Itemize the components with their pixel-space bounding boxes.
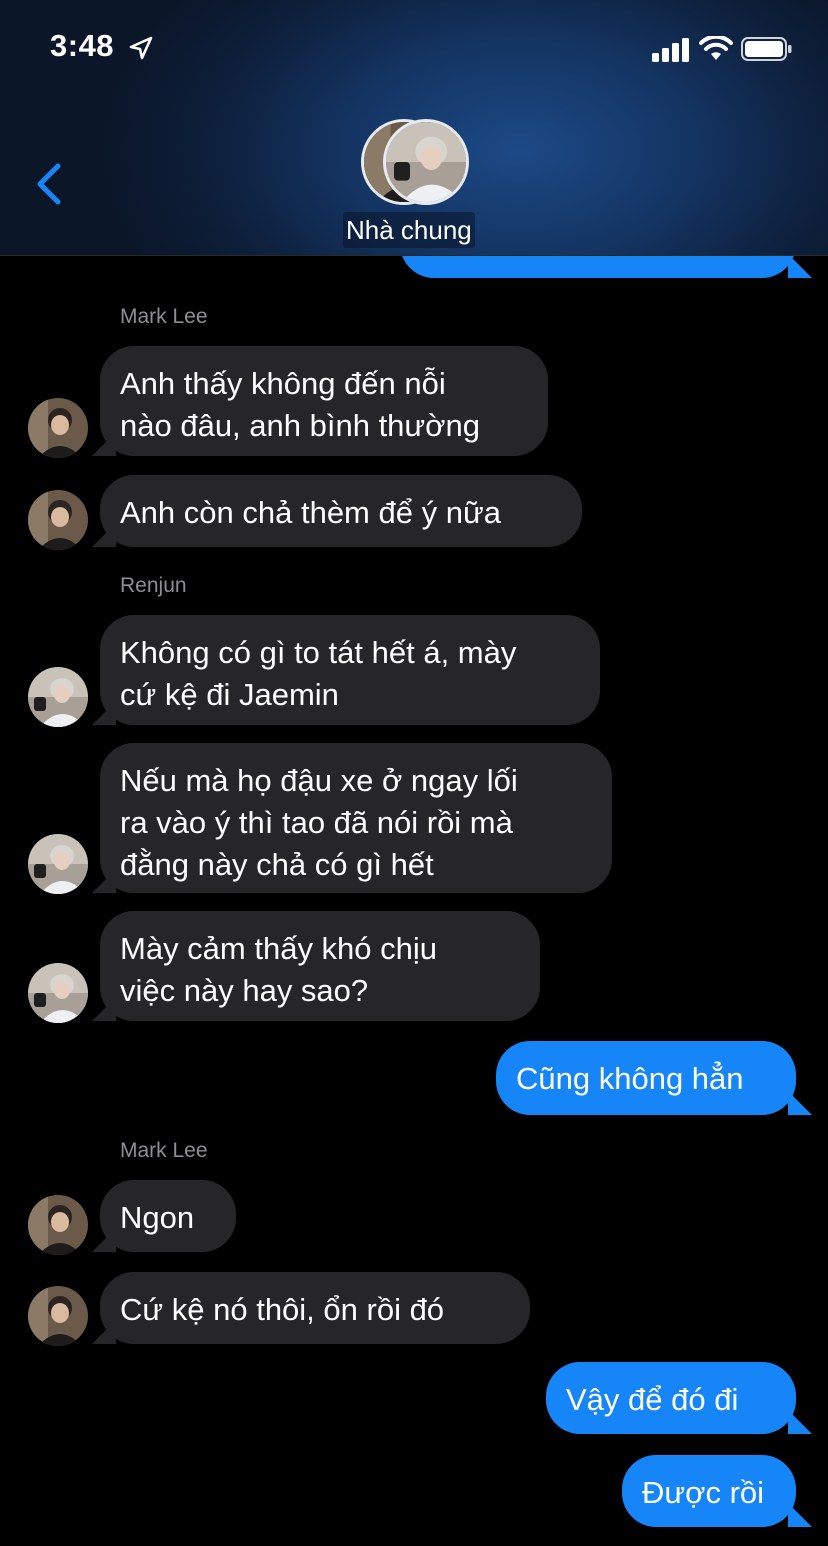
bubble-tail bbox=[788, 1091, 812, 1115]
message-bubble-incoming[interactable]: Ngon bbox=[100, 1180, 236, 1252]
message-bubble-incoming[interactable]: Cứ kệ nó thôi, ổn rồi đó bbox=[100, 1272, 530, 1344]
avatar-mark-lee[interactable] bbox=[28, 490, 88, 550]
message-bubble-incoming[interactable]: Anh thấy không đến nỗi nào đâu, anh bình… bbox=[100, 346, 548, 456]
avatar-mark-lee[interactable] bbox=[28, 1286, 88, 1346]
avatar-mark-lee[interactable] bbox=[28, 398, 88, 458]
message-bubble-incoming[interactable]: Nếu mà họ đậu xe ở ngay lối ra vào ý thì… bbox=[100, 743, 612, 893]
bubble-tail bbox=[788, 254, 812, 278]
message-bubble-incoming[interactable]: Mày cảm thấy khó chịu việc này hay sao? bbox=[100, 911, 540, 1021]
message-bubble-outgoing[interactable]: Vậy để đó đi bbox=[546, 1362, 796, 1434]
chevron-left-icon[interactable] bbox=[30, 160, 70, 208]
bubble-tail bbox=[788, 1410, 812, 1434]
avatar-renjun[interactable] bbox=[28, 667, 88, 727]
group-avatar[interactable] bbox=[361, 119, 469, 205]
message-bubble-incoming[interactable]: Không có gì to tát hết á, mày cứ kệ đi J… bbox=[100, 615, 600, 725]
battery-icon bbox=[741, 37, 792, 61]
status-time: 3:48 bbox=[50, 28, 115, 63]
avatar-renjun[interactable] bbox=[28, 834, 88, 894]
message-bubble-outgoing[interactable]: Cũng không hẳn bbox=[496, 1041, 796, 1115]
sender-name: Renjun bbox=[120, 574, 187, 597]
avatar-renjun[interactable] bbox=[28, 963, 88, 1023]
conversation-header: 3:48 Nhà chung bbox=[0, 0, 828, 256]
message-bubble-incoming[interactable]: Anh còn chả thèm để ý nữa bbox=[100, 475, 582, 547]
message-bubble-outgoing[interactable]: Được rồi bbox=[622, 1455, 796, 1527]
group-name[interactable]: Nhà chung bbox=[343, 212, 475, 248]
wifi-icon bbox=[699, 36, 733, 60]
avatar-renjun bbox=[383, 119, 469, 205]
sender-name: Mark Lee bbox=[120, 305, 208, 328]
signal-icon bbox=[652, 38, 689, 62]
sender-name: Mark Lee bbox=[120, 1139, 208, 1162]
avatar-mark-lee[interactable] bbox=[28, 1195, 88, 1255]
bubble-tail bbox=[788, 1503, 812, 1527]
location-arrow-icon bbox=[129, 36, 153, 60]
